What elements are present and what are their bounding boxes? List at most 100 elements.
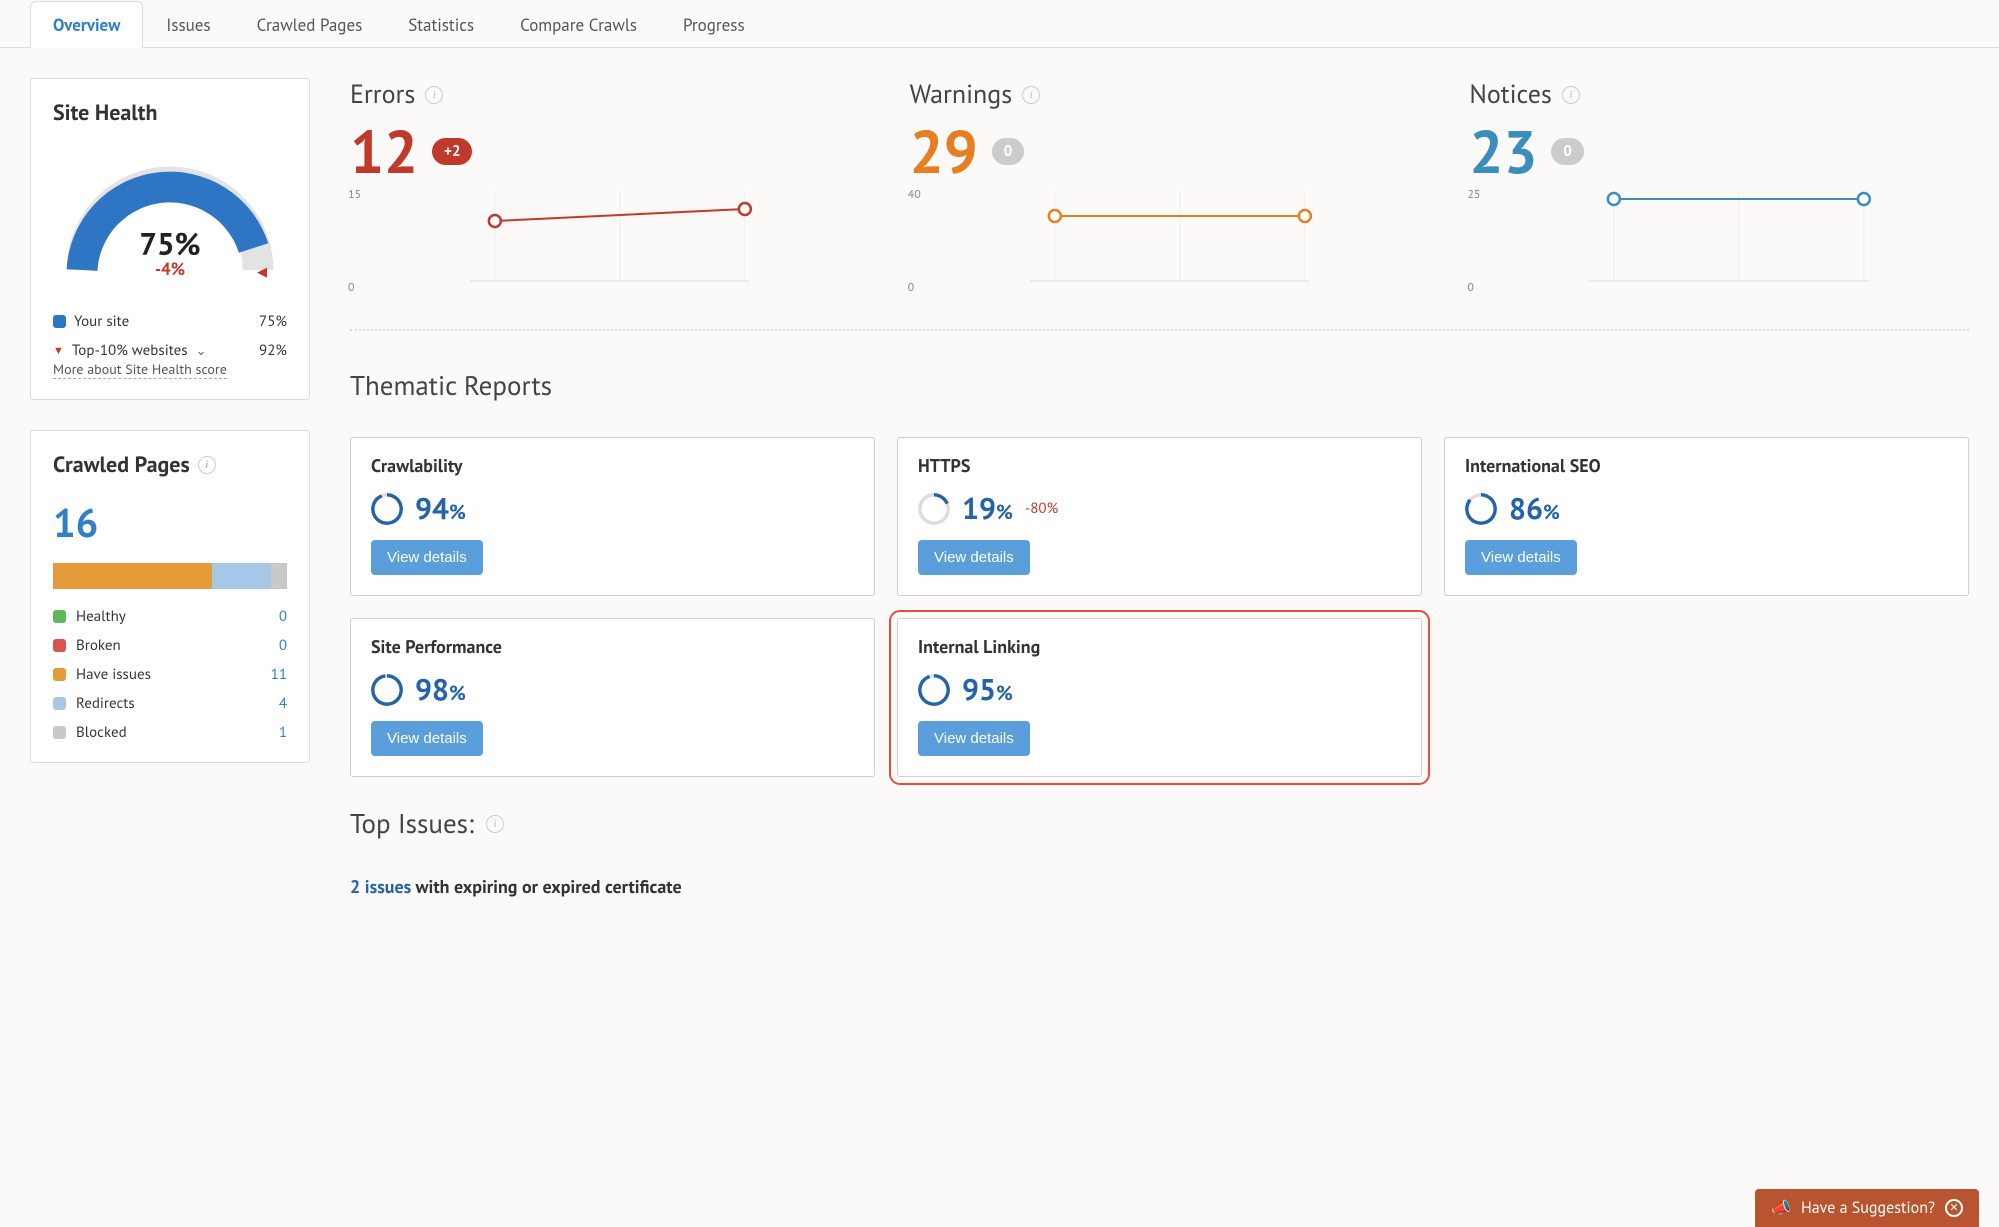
crawled-pages-value: 11: [271, 665, 287, 684]
report-percent: 19%: [962, 489, 1013, 528]
report-card: Crawlability 94% View details: [350, 437, 875, 596]
tabs: Overview Issues Crawled Pages Statistics…: [0, 0, 1999, 48]
site-health-card: Site Health 75% -4% ◀ Your site 75% ▼: [30, 78, 310, 400]
top-issue-link[interactable]: 2 issues: [350, 875, 411, 898]
legend-label: Top-10% websites: [72, 341, 188, 360]
info-icon[interactable]: i: [1022, 86, 1040, 104]
square-icon: [53, 668, 66, 681]
square-icon: [53, 726, 66, 739]
axis-label: 0: [348, 280, 355, 295]
site-health-more-link[interactable]: More about Site Health score: [53, 360, 227, 379]
report-title: Crawlability: [371, 454, 854, 477]
crawled-pages-row[interactable]: Blocked 1: [53, 723, 287, 742]
tab-statistics[interactable]: Statistics: [385, 1, 497, 48]
crawled-pages-row[interactable]: Healthy 0: [53, 607, 287, 626]
report-card: Internal Linking 95% View details: [897, 618, 1422, 777]
square-icon: [53, 697, 66, 710]
view-details-button[interactable]: View details: [1465, 540, 1577, 575]
crawled-pages-value: 1: [279, 723, 287, 742]
thematic-reports-grid: Crawlability 94% View details HTTPS 19% …: [350, 437, 1969, 777]
top-issue-text: with expiring or expired certificate: [411, 875, 681, 898]
square-icon: [53, 315, 66, 328]
stat-value: 23: [1469, 121, 1537, 181]
crawled-pages-label: Blocked: [76, 723, 127, 742]
legend-value: 92%: [259, 341, 287, 360]
info-icon[interactable]: i: [1562, 86, 1580, 104]
crawled-pages-card: Crawled Pages i 16 Healthy 0 Broken 0 Ha…: [30, 430, 310, 763]
tab-crawled-pages[interactable]: Crawled Pages: [234, 1, 386, 48]
tab-issues[interactable]: Issues: [143, 1, 233, 48]
crawled-pages-bar-segment: [53, 563, 212, 589]
legend-label: Your site: [74, 312, 129, 331]
crawled-pages-row[interactable]: Have issues 11: [53, 665, 287, 684]
warnings-chart: 40 0: [910, 191, 1410, 291]
square-icon: [53, 639, 66, 652]
crawled-pages-label: Have issues: [76, 665, 151, 684]
stat-notices: Notices i 23 0 25 0: [1469, 78, 1969, 291]
crawled-pages-bar-segment: [212, 563, 271, 589]
report-card: International SEO 86% View details: [1444, 437, 1969, 596]
axis-label: 0: [1467, 280, 1474, 295]
chevron-down-icon: ⌄: [196, 342, 207, 359]
report-percent: 86%: [1509, 489, 1560, 528]
view-details-button[interactable]: View details: [918, 721, 1030, 756]
stat-value: 29: [910, 121, 978, 181]
stat-title: Warnings: [910, 78, 1013, 111]
close-icon[interactable]: ✕: [1945, 1199, 1963, 1217]
tab-progress[interactable]: Progress: [660, 1, 768, 48]
site-health-title: Site Health: [53, 99, 287, 127]
square-icon: [53, 610, 66, 623]
crawled-pages-bar-segment: [271, 563, 287, 589]
suggestion-button[interactable]: 📣 Have a Suggestion? ✕: [1755, 1189, 1979, 1227]
info-icon[interactable]: i: [486, 815, 504, 833]
view-details-button[interactable]: View details: [918, 540, 1030, 575]
tab-compare-crawls[interactable]: Compare Crawls: [497, 1, 660, 48]
report-percent: 95%: [962, 670, 1013, 709]
thematic-reports-title: Thematic Reports: [350, 369, 1969, 403]
tab-overview[interactable]: Overview: [30, 1, 143, 48]
notices-chart: 25 0: [1469, 191, 1969, 291]
crawled-pages-title: Crawled Pages: [53, 451, 190, 479]
site-health-delta: -4%: [53, 258, 287, 280]
report-title: Internal Linking: [918, 635, 1401, 658]
caret-down-icon: ▼: [53, 344, 64, 358]
stats-row: Errors i 12 +2 15 0: [350, 78, 1969, 291]
stat-value: 12: [350, 121, 418, 181]
crawled-pages-row[interactable]: Broken 0: [53, 636, 287, 655]
crawled-pages-value: 0: [279, 607, 287, 626]
crawled-pages-count: 16: [53, 497, 287, 549]
report-title: HTTPS: [918, 454, 1401, 477]
legend-top10[interactable]: ▼ Top-10% websites ⌄ 92%: [53, 341, 287, 360]
axis-label: 40: [908, 187, 921, 202]
info-icon[interactable]: i: [198, 456, 216, 474]
crawled-pages-row[interactable]: Redirects 4: [53, 694, 287, 713]
view-details-button[interactable]: View details: [371, 721, 483, 756]
legend-value: 75%: [259, 312, 287, 331]
crawled-pages-bar: [53, 563, 287, 589]
top-issues-title: Top Issues: i: [350, 807, 1969, 841]
legend-your-site: Your site 75%: [53, 312, 287, 331]
info-icon[interactable]: i: [425, 86, 443, 104]
report-card: HTTPS 19% -80% View details: [897, 437, 1422, 596]
report-percent: 98%: [415, 670, 466, 709]
stat-badge: 0: [1551, 138, 1584, 165]
donut-icon: [918, 674, 950, 706]
view-details-button[interactable]: View details: [371, 540, 483, 575]
megaphone-icon: 📣: [1771, 1198, 1791, 1218]
crawled-pages-value: 0: [279, 636, 287, 655]
axis-label: 25: [1467, 187, 1480, 202]
crawled-pages-value: 4: [279, 694, 287, 713]
donut-icon: [1465, 493, 1497, 525]
crawled-pages-label: Healthy: [76, 607, 126, 626]
top-issue-row[interactable]: 2 issues with expiring or expired certif…: [350, 875, 1969, 898]
donut-icon: [371, 674, 403, 706]
stat-badge: +2: [432, 138, 472, 165]
suggestion-label: Have a Suggestion?: [1801, 1198, 1935, 1218]
stat-title: Notices: [1469, 78, 1552, 111]
axis-label: 15: [348, 187, 361, 202]
donut-icon: [371, 493, 403, 525]
axis-label: 0: [908, 280, 915, 295]
stat-warnings: Warnings i 29 0 40 0: [910, 78, 1410, 291]
divider: [350, 329, 1969, 331]
report-delta: -80%: [1025, 499, 1058, 518]
